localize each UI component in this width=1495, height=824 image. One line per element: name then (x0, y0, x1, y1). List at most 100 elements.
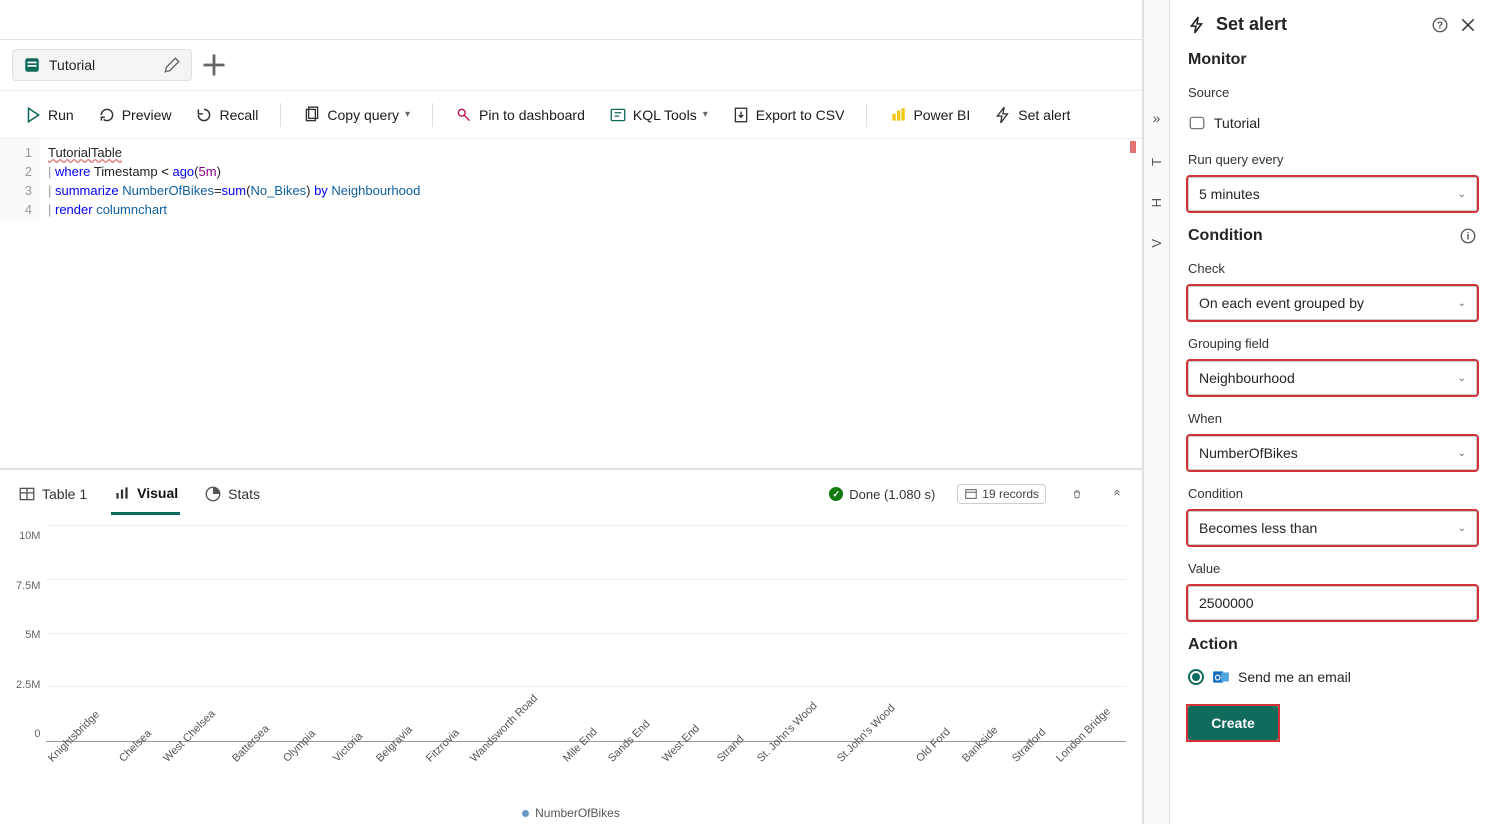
chevron-down-icon: ▾ (703, 109, 708, 120)
grouping-select[interactable]: Neighbourhood ⌄ (1188, 361, 1477, 395)
chevron-down-icon: ⌄ (1458, 373, 1466, 384)
kql-tools-icon (609, 106, 627, 124)
results-panel: Table 1 Visual Stats ✓ Done (1.080 s) (0, 470, 1142, 824)
delete-icon[interactable] (1068, 485, 1086, 503)
source-value-row: Tutorial (1188, 110, 1477, 136)
pencil-icon[interactable] (163, 56, 181, 74)
chart-y-axis: 10M 7.5M 5M 2.5M 0 (16, 526, 46, 802)
radio-checked-icon (1188, 669, 1204, 685)
bolt-icon (994, 106, 1012, 124)
side-label-t: T (1149, 158, 1164, 166)
query-tab-tutorial[interactable]: Tutorial (12, 49, 192, 81)
add-tab-button[interactable] (200, 51, 228, 79)
refresh-icon (98, 106, 116, 124)
query-toolbar: Run Preview Recall Copy query ▾ Pin to d… (0, 90, 1142, 138)
y-tick-label: 2.5M (16, 679, 40, 691)
source-label: Source (1188, 85, 1477, 100)
query-tab-bar: Tutorial (0, 40, 1142, 90)
chart-x-axis: KnightsbridgeChelseaWest ChelseaBatterse… (46, 742, 1126, 802)
export-icon (732, 106, 750, 124)
results-tab-bar: Table 1 Visual Stats ✓ Done (1.080 s) (0, 470, 1142, 518)
check-select[interactable]: On each event grouped by ⌄ (1188, 286, 1477, 320)
results-tab-stats[interactable]: Stats (202, 475, 262, 513)
condition-select[interactable]: Becomes less than ⌄ (1188, 511, 1477, 545)
set-alert-button[interactable]: Set alert (986, 100, 1078, 130)
chart-icon (113, 484, 131, 502)
outlook-icon: O (1212, 668, 1230, 686)
monitor-section-title: Monitor (1188, 51, 1477, 69)
power-bi-icon (889, 106, 907, 124)
query-status: ✓ Done (1.080 s) (829, 487, 935, 502)
interval-label: Run query every (1188, 152, 1477, 167)
records-count: 19 records (957, 484, 1046, 504)
legend-dot-icon (522, 810, 529, 817)
panel-title: Set alert (1216, 14, 1287, 35)
query-tab-icon (23, 56, 41, 74)
y-tick-label: 5M (25, 629, 40, 641)
value-input[interactable]: 2500000 (1188, 586, 1477, 620)
check-label: Check (1188, 261, 1477, 276)
close-icon[interactable] (1459, 16, 1477, 34)
grouping-label: Grouping field (1188, 336, 1477, 351)
toolbar-divider (432, 103, 433, 127)
condition-label: Condition (1188, 486, 1477, 501)
results-tab-visual[interactable]: Visual (111, 474, 180, 515)
table-icon (18, 485, 36, 503)
action-email-radio[interactable]: O Send me an email (1188, 664, 1477, 696)
records-icon (964, 487, 978, 501)
pin-icon (455, 106, 473, 124)
window-titlebar (0, 0, 1142, 40)
success-icon: ✓ (829, 487, 843, 501)
chevron-down-icon: ▾ (405, 109, 410, 120)
preview-button[interactable]: Preview (90, 100, 180, 130)
kql-tools-button[interactable]: KQL Tools ▾ (601, 100, 716, 130)
when-select[interactable]: NumberOfBikes ⌄ (1188, 436, 1477, 470)
results-tab-table[interactable]: Table 1 (16, 475, 89, 513)
dataset-icon (1188, 114, 1206, 132)
chevron-down-icon: ⌄ (1458, 298, 1466, 309)
pin-dashboard-button[interactable]: Pin to dashboard (447, 100, 593, 130)
set-alert-panel: Set alert ? Monitor Source Tutorial Run … (1169, 0, 1495, 824)
code-content[interactable]: TutorialTable| where Timestamp < ago(5m)… (40, 139, 1142, 223)
error-minimap-marker (1130, 141, 1136, 153)
chart-area: 10M 7.5M 5M 2.5M 0 KnightsbridgeChelseaWest … (0, 518, 1142, 802)
interval-select[interactable]: 5 minutes ⌄ (1188, 177, 1477, 211)
line-gutter: 1 2 3 4 (0, 139, 40, 223)
query-tab-label: Tutorial (49, 57, 95, 73)
side-label-h: H (1149, 198, 1164, 207)
help-icon[interactable]: ? (1431, 16, 1449, 34)
editor-empty-area (0, 223, 1142, 468)
toolbar-divider (866, 103, 867, 127)
chart-legend: NumberOfBikes (0, 802, 1142, 824)
collapse-icon[interactable] (1108, 485, 1126, 503)
svg-text:i: i (1467, 231, 1470, 242)
create-button[interactable]: Create (1188, 706, 1278, 740)
y-tick-label: 0 (34, 728, 40, 740)
chevron-down-icon: ⌄ (1458, 189, 1466, 200)
info-icon[interactable]: i (1459, 227, 1477, 245)
run-button[interactable]: Run (16, 100, 82, 130)
stats-icon (204, 485, 222, 503)
copy-query-button[interactable]: Copy query ▾ (295, 100, 418, 130)
svg-text:O: O (1215, 673, 1221, 682)
chevron-down-icon: ⌄ (1458, 448, 1466, 459)
expand-icon[interactable]: » (1153, 110, 1161, 126)
bolt-icon (1188, 16, 1206, 34)
svg-text:?: ? (1437, 20, 1443, 31)
toolbar-divider (280, 103, 281, 127)
action-section-title: Action (1188, 636, 1477, 654)
power-bi-button[interactable]: Power BI (881, 100, 978, 130)
y-tick-label: 10M (19, 530, 40, 542)
export-csv-button[interactable]: Export to CSV (724, 100, 853, 130)
code-editor[interactable]: 1 2 3 4 TutorialTable| where Timestamp <… (0, 138, 1142, 223)
y-tick-label: 7.5M (16, 580, 40, 592)
chevron-down-icon: ⌄ (1458, 523, 1466, 534)
play-icon (24, 106, 42, 124)
copy-icon (303, 106, 321, 124)
condition-section-title: Condition i (1188, 227, 1477, 245)
collapsed-side-panel[interactable]: » T H V (1143, 0, 1169, 824)
recall-button[interactable]: Recall (187, 100, 266, 130)
when-label: When (1188, 411, 1477, 426)
recall-icon (195, 106, 213, 124)
side-label-v: V (1149, 239, 1164, 248)
